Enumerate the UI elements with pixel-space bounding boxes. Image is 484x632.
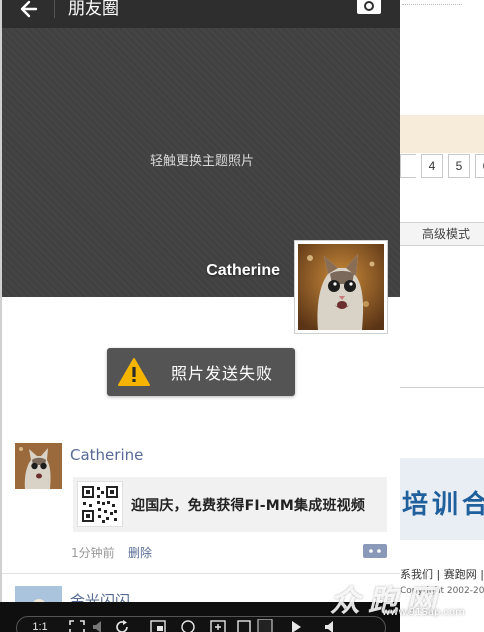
change-cover-hint[interactable]: 轻触更换主题照片 [2, 150, 400, 169]
screenshot-icon [210, 620, 226, 632]
page-button-6[interactable]: 6 [475, 154, 484, 178]
rotate-icon [116, 620, 128, 632]
qr-code-thumbnail [77, 481, 123, 527]
send-failed-toast: 照片发送失败 [107, 348, 295, 396]
background-web-page: 4 5 6 高级模式 培训合 系我们 | 赛跑网 | 有 Copyright 2… [400, 0, 484, 632]
page-button-4[interactable]: 4 [421, 154, 443, 178]
playback-time: 1:1 [32, 621, 48, 632]
cat-avatar-image [298, 244, 384, 330]
page-footer: 系我们 | 赛跑网 | 有 Copyright 2002-2015 Pro [400, 562, 484, 602]
camera-icon [357, 0, 381, 14]
warning-icon [118, 358, 150, 386]
comment-button[interactable] [360, 542, 387, 560]
cat-avatar-small [15, 443, 62, 489]
pip-icon [150, 620, 166, 632]
qr-code-icon [82, 486, 118, 523]
page-title: 朋友圈 [68, 0, 119, 19]
speaker-icon [93, 621, 101, 632]
window-icon [237, 620, 251, 632]
play-button[interactable] [277, 619, 315, 632]
page-button-partial[interactable] [400, 154, 416, 178]
volume-button[interactable] [91, 619, 105, 632]
back-button[interactable] [14, 0, 44, 20]
page-button-5[interactable]: 5 [448, 154, 470, 178]
mute-button[interactable] [315, 619, 345, 632]
moments-app-window: 朋友圈 轻触更换主题照片 Catherine 照片发送失败 Catherine … [2, 0, 400, 632]
shared-link-card[interactable]: 迎国庆，免费获得FI-MM集成班视频 [73, 477, 387, 532]
stop-icon [257, 619, 273, 632]
shared-link-title: 迎国庆，免费获得FI-MM集成班视频 [131, 498, 366, 514]
delete-post-link[interactable]: 删除 [128, 544, 152, 561]
play-icon [292, 621, 301, 632]
screenshot-button[interactable] [201, 619, 235, 632]
footer-copyright: Copyright 2002-2015 Pro [400, 586, 484, 596]
title-separator [54, 0, 55, 18]
mute-icon [325, 621, 333, 632]
footer-links[interactable]: 系我们 | 赛跑网 | 有 [400, 566, 484, 582]
post-timestamp: 1分钟前 [71, 546, 115, 560]
stop-button[interactable] [253, 619, 277, 632]
picture-in-picture-button[interactable] [141, 619, 175, 632]
profile-avatar[interactable] [294, 240, 388, 334]
profile-name[interactable]: Catherine [206, 262, 280, 280]
video-player-bar: 1:1 [0, 602, 400, 632]
record-button[interactable] [175, 619, 201, 632]
window-button[interactable] [235, 619, 253, 632]
banner-text: 培训合 [402, 490, 484, 520]
dotted-rule [402, 4, 462, 5]
camera-button[interactable] [354, 0, 384, 16]
fullscreen-button[interactable] [63, 619, 91, 632]
back-arrow-icon [20, 0, 38, 18]
post-divider [2, 573, 400, 574]
background-band [400, 115, 484, 153]
app-top-bar: 朋友圈 [2, 0, 400, 28]
record-icon [181, 620, 195, 632]
pagination: 4 5 6 [400, 154, 484, 180]
post-author-name[interactable]: Catherine [70, 446, 143, 464]
advanced-mode-tab[interactable]: 高级模式 [400, 222, 484, 246]
training-banner: 培训合 [400, 458, 484, 540]
comment-icon [360, 544, 387, 558]
player-controls: 1:1 [16, 616, 386, 632]
editor-area [400, 246, 484, 388]
post-author-avatar[interactable] [15, 443, 62, 489]
rotate-button[interactable] [105, 619, 141, 632]
fullscreen-icon [69, 620, 85, 632]
toast-message: 照片发送失败 [171, 364, 274, 383]
